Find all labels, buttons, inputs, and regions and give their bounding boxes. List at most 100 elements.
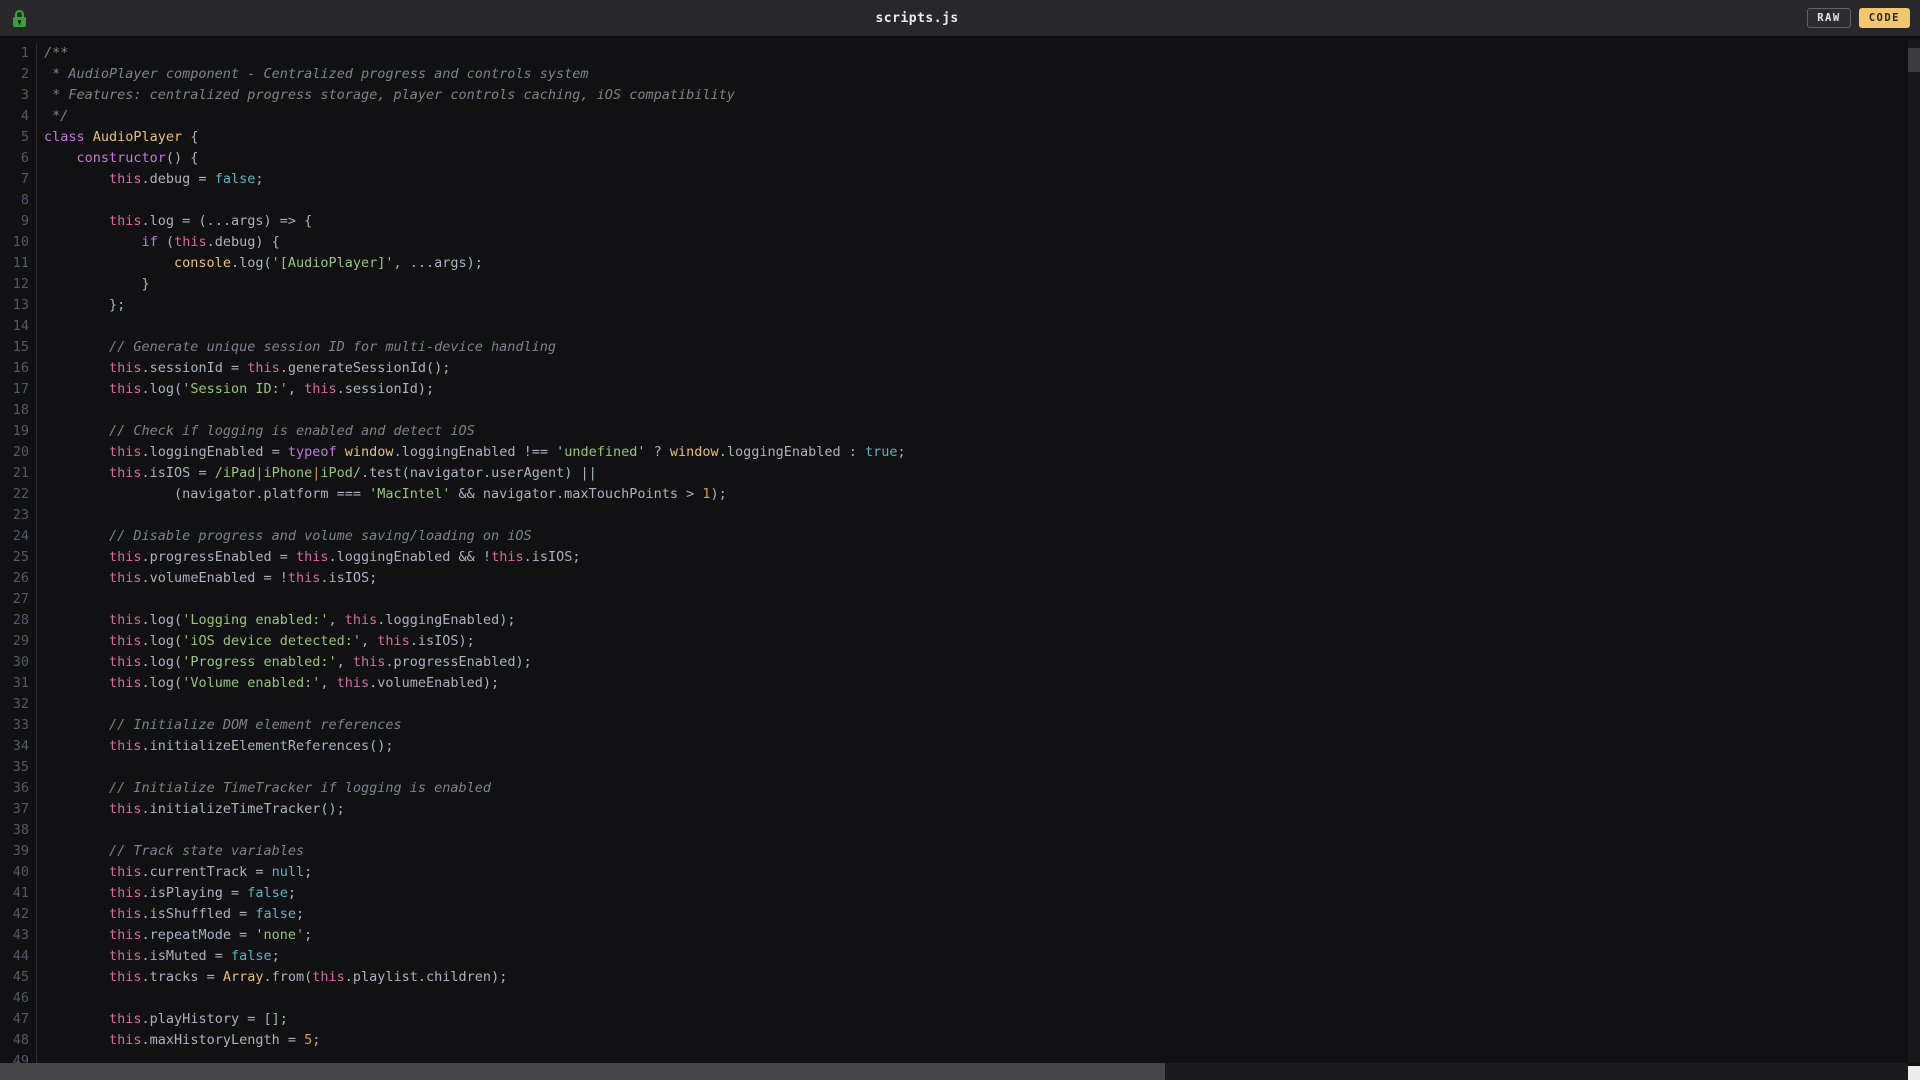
line-number: 29 <box>0 631 37 652</box>
line-number: 47 <box>0 1009 37 1030</box>
code-text: this.debug = false; <box>37 169 263 190</box>
code-line: 21 this.isIOS = /iPad|iPhone|iPod/.test(… <box>0 463 1908 484</box>
code-text <box>37 505 44 526</box>
code-text: * Features: centralized progress storage… <box>37 85 735 106</box>
code-text: } <box>37 274 150 295</box>
code-line: 1/** <box>0 43 1908 64</box>
code-line: 26 this.volumeEnabled = !this.isIOS; <box>0 568 1908 589</box>
code-line: 12 } <box>0 274 1908 295</box>
code-line: 8 <box>0 190 1908 211</box>
line-number: 22 <box>0 484 37 505</box>
code-text: // Track state variables <box>37 841 304 862</box>
code-line: 10 if (this.debug) { <box>0 232 1908 253</box>
line-number: 46 <box>0 988 37 1009</box>
line-number: 44 <box>0 946 37 967</box>
vertical-scrollbar-thumb[interactable] <box>1908 48 1920 72</box>
code-text <box>37 400 44 421</box>
raw-button[interactable]: RAW <box>1807 8 1850 28</box>
line-number: 28 <box>0 610 37 631</box>
line-number: 14 <box>0 316 37 337</box>
code-text <box>37 988 44 1009</box>
code-line: 46 <box>0 988 1908 1009</box>
line-number: 12 <box>0 274 37 295</box>
code-text <box>37 820 44 841</box>
code-text: }; <box>37 295 125 316</box>
code-text: this.log = (...args) => { <box>37 211 312 232</box>
code-line: 25 this.progressEnabled = this.loggingEn… <box>0 547 1908 568</box>
code-text: // Generate unique session ID for multi-… <box>37 337 556 358</box>
code-text: this.log('iOS device detected:', this.is… <box>37 631 475 652</box>
line-number: 32 <box>0 694 37 715</box>
line-number: 3 <box>0 85 37 106</box>
code-line: 34 this.initializeElementReferences(); <box>0 736 1908 757</box>
code-text: class AudioPlayer { <box>37 127 198 148</box>
code-text: this.isShuffled = false; <box>37 904 304 925</box>
line-number: 37 <box>0 799 37 820</box>
horizontal-scrollbar[interactable] <box>0 1063 1908 1080</box>
code-line: 22 (navigator.platform === 'MacIntel' &&… <box>0 484 1908 505</box>
line-number: 7 <box>0 169 37 190</box>
code-line: 28 this.log('Logging enabled:', this.log… <box>0 610 1908 631</box>
code-text: this.initializeElementReferences(); <box>37 736 394 757</box>
code-line: 11 console.log('[AudioPlayer]', ...args)… <box>0 253 1908 274</box>
code-line: 40 this.currentTrack = null; <box>0 862 1908 883</box>
code-text <box>37 190 44 211</box>
code-line: 23 <box>0 505 1908 526</box>
line-number: 43 <box>0 925 37 946</box>
code-text: this.isMuted = false; <box>37 946 280 967</box>
code-line: 7 this.debug = false; <box>0 169 1908 190</box>
code-line: 27 <box>0 589 1908 610</box>
code-text: this.currentTrack = null; <box>37 862 312 883</box>
line-number: 19 <box>0 421 37 442</box>
line-number: 17 <box>0 379 37 400</box>
code-button[interactable]: CODE <box>1859 8 1910 28</box>
code-text: // Disable progress and volume saving/lo… <box>37 526 532 547</box>
line-number: 8 <box>0 190 37 211</box>
code-text: // Initialize DOM element references <box>37 715 402 736</box>
code-line: 38 <box>0 820 1908 841</box>
line-number: 9 <box>0 211 37 232</box>
code-text: this.progressEnabled = this.loggingEnabl… <box>37 547 580 568</box>
code-viewer: 1/**2 * AudioPlayer component - Centrali… <box>0 40 1908 1080</box>
code-text: console.log('[AudioPlayer]', ...args); <box>37 253 483 274</box>
code-line: 19 // Check if logging is enabled and de… <box>0 421 1908 442</box>
code-line: 9 this.log = (...args) => { <box>0 211 1908 232</box>
code-line: 33 // Initialize DOM element references <box>0 715 1908 736</box>
code-text: this.log('Logging enabled:', this.loggin… <box>37 610 515 631</box>
code-text: this.log('Progress enabled:', this.progr… <box>37 652 532 673</box>
code-text <box>37 589 44 610</box>
line-number: 30 <box>0 652 37 673</box>
line-number: 16 <box>0 358 37 379</box>
code-text: if (this.debug) { <box>37 232 280 253</box>
line-number: 27 <box>0 589 37 610</box>
code-line: 47 this.playHistory = []; <box>0 1009 1908 1030</box>
line-number: 24 <box>0 526 37 547</box>
code-line: 42 this.isShuffled = false; <box>0 904 1908 925</box>
code-line: 36 // Initialize TimeTracker if logging … <box>0 778 1908 799</box>
code-text <box>37 316 44 337</box>
line-number: 18 <box>0 400 37 421</box>
line-number: 21 <box>0 463 37 484</box>
code-text: this.isIOS = /iPad|iPhone|iPod/.test(nav… <box>37 463 597 484</box>
code-text: this.loggingEnabled = typeof window.logg… <box>37 442 906 463</box>
line-number: 5 <box>0 127 37 148</box>
line-number: 10 <box>0 232 37 253</box>
code-line: 32 <box>0 694 1908 715</box>
code-text: this.sessionId = this.generateSessionId(… <box>37 358 450 379</box>
horizontal-scrollbar-thumb[interactable] <box>0 1063 1165 1080</box>
code-line: 29 this.log('iOS device detected:', this… <box>0 631 1908 652</box>
header-bar: scripts.js RAW CODE <box>0 0 1920 38</box>
line-number: 25 <box>0 547 37 568</box>
line-number: 6 <box>0 148 37 169</box>
code-line: 43 this.repeatMode = 'none'; <box>0 925 1908 946</box>
code-text: this.log('Volume enabled:', this.volumeE… <box>37 673 499 694</box>
code-line: 4 */ <box>0 106 1908 127</box>
line-number: 20 <box>0 442 37 463</box>
line-number: 4 <box>0 106 37 127</box>
code-line: 48 this.maxHistoryLength = 5; <box>0 1030 1908 1051</box>
line-number: 39 <box>0 841 37 862</box>
line-number: 35 <box>0 757 37 778</box>
line-number: 42 <box>0 904 37 925</box>
vertical-scrollbar[interactable] <box>1908 40 1920 1063</box>
line-number: 15 <box>0 337 37 358</box>
